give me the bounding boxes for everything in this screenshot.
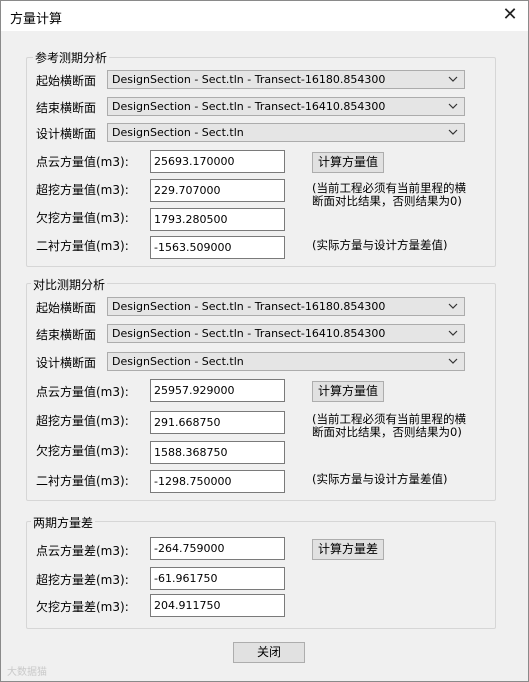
under-diff-label: 欠挖方量差(m3):	[36, 600, 129, 614]
start-section-label: 起始横断面	[36, 301, 97, 315]
under-excavation-field[interactable]: 1588.368750	[150, 441, 285, 464]
reference-period-legend: 参考测期分析	[33, 49, 110, 66]
over-excavation-field[interactable]: 291.668750	[150, 411, 285, 434]
calc-volume-button[interactable]: 计算方量值	[312, 381, 384, 402]
under-excavation-label: 欠挖方量值(m3):	[36, 444, 129, 458]
end-section-value: DesignSection - Sect.tln - Transect-1641…	[112, 327, 386, 340]
requirement-note-line2: 断面对比结果，否则结果为0)	[312, 194, 462, 208]
over-excavation-field[interactable]: 229.707000	[150, 179, 285, 202]
under-excavation-label: 欠挖方量值(m3):	[36, 211, 129, 225]
requirement-note-line2: 断面对比结果，否则结果为0)	[312, 425, 462, 439]
difference-note: (实际方量与设计方量差值)	[312, 238, 448, 252]
end-section-label: 结束横断面	[36, 328, 97, 342]
period-difference-legend: 两期方量差	[31, 514, 96, 531]
cloud-volume-label: 点云方量值(m3):	[36, 385, 129, 399]
under-diff-field[interactable]: 204.911750	[150, 594, 285, 617]
dialog-window: 方量计算 ✕ 参考测期分析 起始横断面 DesignSection - Sect…	[0, 0, 529, 682]
title-bar: 方量计算 ✕	[1, 1, 528, 31]
comparison-period-legend: 对比测期分析	[31, 276, 108, 293]
chevron-down-icon	[448, 76, 458, 82]
close-button[interactable]: 关闭	[233, 642, 305, 663]
chevron-down-icon	[448, 330, 458, 336]
over-diff-label: 超挖方量差(m3):	[36, 573, 129, 587]
calc-difference-button[interactable]: 计算方量差	[312, 539, 384, 560]
end-section-value: DesignSection - Sect.tln - Transect-1641…	[112, 100, 386, 113]
lining-volume-field[interactable]: -1563.509000	[150, 236, 285, 259]
window-title: 方量计算	[10, 12, 63, 27]
watermark: 大数据猫	[7, 667, 47, 678]
over-excavation-label: 超挖方量值(m3):	[36, 414, 129, 428]
start-section-select[interactable]: DesignSection - Sect.tln - Transect-1618…	[107, 297, 465, 316]
requirement-note-line1: (当前工程必须有当前里程的横	[312, 412, 466, 426]
cloud-diff-field[interactable]: -264.759000	[150, 537, 285, 560]
end-section-label: 结束横断面	[36, 101, 97, 115]
cloud-volume-field[interactable]: 25957.929000	[150, 379, 285, 402]
lining-volume-label: 二衬方量值(m3):	[36, 239, 129, 253]
start-section-select[interactable]: DesignSection - Sect.tln - Transect-1618…	[107, 70, 465, 89]
design-section-value: DesignSection - Sect.tln	[112, 355, 244, 368]
chevron-down-icon	[448, 358, 458, 364]
calc-volume-button[interactable]: 计算方量值	[312, 152, 384, 173]
close-icon[interactable]: ✕	[500, 5, 520, 25]
end-section-select[interactable]: DesignSection - Sect.tln - Transect-1641…	[107, 97, 465, 116]
design-section-select[interactable]: DesignSection - Sect.tln	[107, 352, 465, 371]
under-excavation-field[interactable]: 1793.280500	[150, 208, 285, 231]
lining-volume-label: 二衬方量值(m3):	[36, 474, 129, 488]
cloud-volume-label: 点云方量值(m3):	[36, 155, 129, 169]
end-section-select[interactable]: DesignSection - Sect.tln - Transect-1641…	[107, 324, 465, 343]
design-section-value: DesignSection - Sect.tln	[112, 126, 244, 139]
design-section-label: 设计横断面	[36, 127, 97, 141]
over-excavation-label: 超挖方量值(m3):	[36, 183, 129, 197]
cloud-diff-label: 点云方量差(m3):	[36, 544, 129, 558]
design-section-label: 设计横断面	[36, 356, 97, 370]
requirement-note-line1: (当前工程必须有当前里程的横	[312, 181, 466, 195]
chevron-down-icon	[448, 129, 458, 135]
start-section-label: 起始横断面	[36, 74, 97, 88]
chevron-down-icon	[448, 103, 458, 109]
start-section-value: DesignSection - Sect.tln - Transect-1618…	[112, 300, 386, 313]
difference-note: (实际方量与设计方量差值)	[312, 472, 448, 486]
chevron-down-icon	[448, 303, 458, 309]
design-section-select[interactable]: DesignSection - Sect.tln	[107, 123, 465, 142]
start-section-value: DesignSection - Sect.tln - Transect-1618…	[112, 73, 386, 86]
over-diff-field[interactable]: -61.961750	[150, 567, 285, 590]
lining-volume-field[interactable]: -1298.750000	[150, 470, 285, 493]
cloud-volume-field[interactable]: 25693.170000	[150, 150, 285, 173]
